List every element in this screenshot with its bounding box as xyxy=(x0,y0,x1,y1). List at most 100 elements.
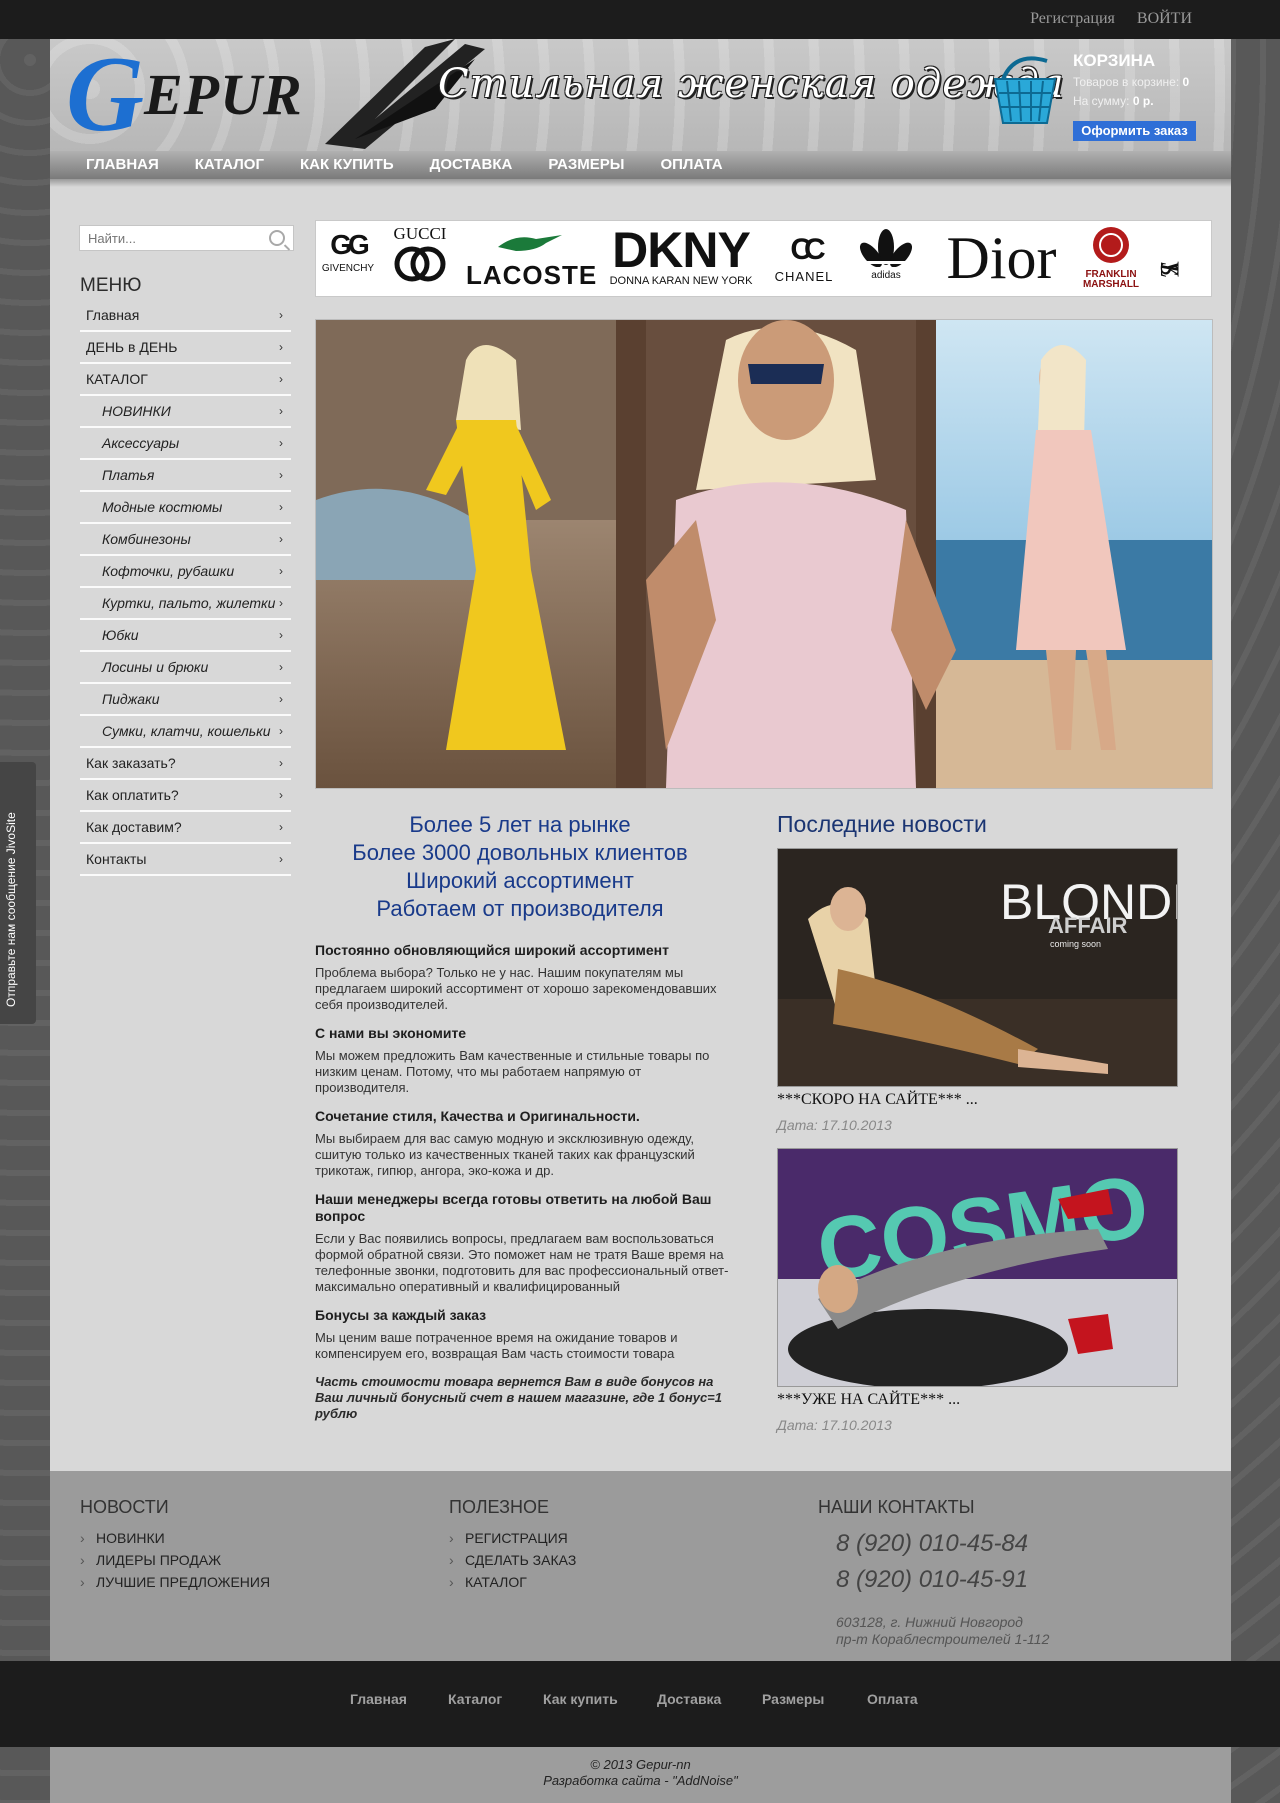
taglines: Более 5 лет на рынке Более 3000 довольны… xyxy=(315,811,725,923)
gucci-logo-icon xyxy=(394,246,446,282)
franklin-crest-icon xyxy=(1093,227,1129,263)
sidebar-item[interactable]: Пиджаки › xyxy=(80,684,291,716)
sidebar-item[interactable]: НОВИНКИ › xyxy=(80,396,291,428)
sidebar-item-label: Главная xyxy=(86,307,140,323)
hero-banner[interactable] xyxy=(315,319,1213,789)
nav-payment[interactable]: ОПЛАТА xyxy=(644,151,738,179)
chevron-right-icon: › xyxy=(279,660,283,674)
sidebar-item[interactable]: Куртки, пальто, жилетки › xyxy=(80,588,291,620)
sidebar-item[interactable]: Платья › xyxy=(80,460,291,492)
brand-givenchy[interactable]: GG GIVENCHY xyxy=(316,221,380,296)
chevron-right-icon: › xyxy=(279,724,283,738)
sidebar-item[interactable]: КАТАЛОГ › xyxy=(80,364,291,396)
chevron-right-icon: › xyxy=(279,756,283,770)
sidebar-item[interactable]: Как доставим? › xyxy=(80,812,291,844)
footer-heading: НОВОСТИ xyxy=(80,1497,169,1517)
feature-title: Бонусы за каждый заказ xyxy=(315,1307,487,1323)
sidebar-item[interactable]: Комбинезоны › xyxy=(80,524,291,556)
brand-dkny[interactable]: DKNY DONNA KARAN NEW YORK xyxy=(606,221,756,296)
sidebar-item[interactable]: Контакты › xyxy=(80,844,291,876)
news-date: Дата: 17.10.2013 xyxy=(777,1417,892,1433)
news-caption-link[interactable]: ***УЖЕ НА САЙТЕ*** ... xyxy=(777,1391,1177,1409)
feature-text: Если у Вас появились вопросы, предлагаем… xyxy=(315,1231,729,1294)
features-list: Постоянно обновляющийся широкий ассортим… xyxy=(315,942,735,1422)
footer-link[interactable]: КАТАЛОГ xyxy=(449,1574,576,1590)
developer-credit: Разработка сайта - "AddNoise" xyxy=(543,1773,738,1788)
sidebar-item[interactable]: Как заказать? › xyxy=(80,748,291,780)
bottom-nav-home[interactable]: Главная xyxy=(350,1691,407,1707)
feature-text: Мы выбираем для вас самую модную и экскл… xyxy=(315,1131,695,1178)
jivosite-label: Отправьте нам сообщение JivoSite xyxy=(4,812,18,1007)
footer-contacts-column: НАШИ КОНТАКТЫ 8 (920) 010-45-84 8 (920) … xyxy=(818,1497,1049,1648)
bonus-note: Часть стоимости товара вернется Вам в ви… xyxy=(315,1374,722,1421)
sidebar-item[interactable]: Модные костюмы › xyxy=(80,492,291,524)
brand-adidas[interactable]: adidas xyxy=(846,221,926,296)
bottom-nav: Главная Каталог Как купить Доставка Разм… xyxy=(0,1661,1280,1747)
chevron-right-icon: › xyxy=(279,692,283,706)
nav-delivery[interactable]: ДОСТАВКА xyxy=(414,151,529,179)
sidebar-item-label: Лосины и брюки xyxy=(102,659,209,675)
login-link[interactable]: ВОЙТИ xyxy=(1137,10,1192,27)
feature-title: Наши менеджеры всегда готовы ответить на… xyxy=(315,1191,712,1224)
brand-chanel[interactable]: CC CHANEL xyxy=(768,221,840,296)
sidebar-item[interactable]: Аксессуары › xyxy=(80,428,291,460)
sidebar-item[interactable]: Сумки, клатчи, кошельки › xyxy=(80,716,291,748)
nav-home[interactable]: ГЛАВНАЯ xyxy=(70,151,175,179)
bottom-nav-payment[interactable]: Оплата xyxy=(867,1691,918,1707)
menu-title: МЕНЮ xyxy=(80,275,142,296)
sidebar-item[interactable]: Главная › xyxy=(80,300,291,332)
feature-block: Постоянно обновляющийся широкий ассортим… xyxy=(315,942,735,1013)
news-image[interactable]: BLONDE AFFAIR coming soon xyxy=(777,848,1178,1087)
nav-catalog[interactable]: КАТАЛОГ xyxy=(179,151,280,179)
sidebar-item-label: Как заказать? xyxy=(86,755,176,771)
footer-link[interactable]: СДЕЛАТЬ ЗАКАЗ xyxy=(449,1552,576,1568)
sidebar-item[interactable]: ДЕНЬ в ДЕНЬ › xyxy=(80,332,291,364)
news-image-text: coming soon xyxy=(1050,939,1101,949)
sidebar-item[interactable]: Кофточки, рубашки › xyxy=(80,556,291,588)
sidebar-item-label: Кофточки, рубашки xyxy=(102,563,235,579)
brand-gucci[interactable]: GUCCI xyxy=(388,221,452,296)
brand-dior[interactable]: Dior xyxy=(934,221,1069,296)
hero-banner-image xyxy=(316,320,1212,788)
chevron-right-icon: › xyxy=(279,532,283,546)
site-slogan: Стильная женская одежда xyxy=(438,61,1065,107)
sidebar-item-label: Как доставим? xyxy=(86,819,182,835)
shopping-basket-icon[interactable] xyxy=(985,51,1065,131)
register-link[interactable]: Регистрация xyxy=(1030,10,1115,27)
jivosite-chat-tab[interactable]: Отправьте нам сообщение JivoSite xyxy=(0,762,36,1024)
sidebar-item-label: Модные костюмы xyxy=(102,499,223,515)
adidas-trefoil-icon xyxy=(855,229,917,270)
site-logo[interactable]: G EPUR xyxy=(66,41,326,149)
brand-franklin-marshall[interactable]: FRANKLIN MARSHALL xyxy=(1076,221,1146,296)
cart-sum: На сумму: 0 р. xyxy=(1073,94,1154,108)
brand-logos-strip: GG GIVENCHY GUCCI LACOSTE DKNY DONNA KAR… xyxy=(315,220,1212,297)
cart-title[interactable]: КОРЗИНА xyxy=(1073,51,1155,71)
sidebar-item[interactable]: Лосины и брюки › xyxy=(80,652,291,684)
bottom-nav-sizes[interactable]: Размеры xyxy=(762,1691,824,1707)
search-icon[interactable] xyxy=(269,230,285,246)
phone-number: 8 (920) 010-45-84 xyxy=(836,1530,1029,1557)
footer-link[interactable]: НОВИНКИ xyxy=(80,1530,270,1546)
footer-link[interactable]: ЛУЧШИЕ ПРЕДЛОЖЕНИЯ xyxy=(80,1574,270,1590)
sidebar-item-label: Сумки, клатчи, кошельки xyxy=(102,723,271,739)
footer-link[interactable]: РЕГИСТРАЦИЯ xyxy=(449,1530,576,1546)
nav-sizes[interactable]: РАЗМЕРЫ xyxy=(532,151,640,179)
news-date: Дата: 17.10.2013 xyxy=(777,1117,892,1133)
footer-link[interactable]: ЛИДЕРЫ ПРОДАЖ xyxy=(80,1552,270,1568)
chevron-right-icon: › xyxy=(279,372,283,386)
chevron-right-icon: › xyxy=(279,596,283,610)
nav-how-to-buy[interactable]: КАК КУПИТЬ xyxy=(284,151,410,179)
bottom-nav-how-to-buy[interactable]: Как купить xyxy=(543,1691,618,1707)
sidebar-item[interactable]: Как оплатить? › xyxy=(80,780,291,812)
bottom-nav-catalog[interactable]: Каталог xyxy=(448,1691,502,1707)
footer-heading: НАШИ КОНТАКТЫ xyxy=(818,1497,975,1517)
checkout-button[interactable]: Оформить заказ xyxy=(1073,121,1196,141)
news-caption-link[interactable]: ***СКОРО НА САЙТЕ*** ... xyxy=(777,1091,1177,1109)
sidebar-item[interactable]: Юбки › xyxy=(80,620,291,652)
brand-ysl[interactable]: YSL xyxy=(1154,221,1204,296)
brand-lacoste[interactable]: LACOSTE xyxy=(466,221,596,296)
news-image[interactable]: COSMO xyxy=(777,1148,1178,1387)
search-input[interactable] xyxy=(86,229,270,247)
sidebar-menu: Главная › ДЕНЬ в ДЕНЬ › КАТАЛОГ › НОВИНКИ › Аксе… xyxy=(80,300,291,876)
bottom-nav-delivery[interactable]: Доставка xyxy=(657,1691,721,1707)
